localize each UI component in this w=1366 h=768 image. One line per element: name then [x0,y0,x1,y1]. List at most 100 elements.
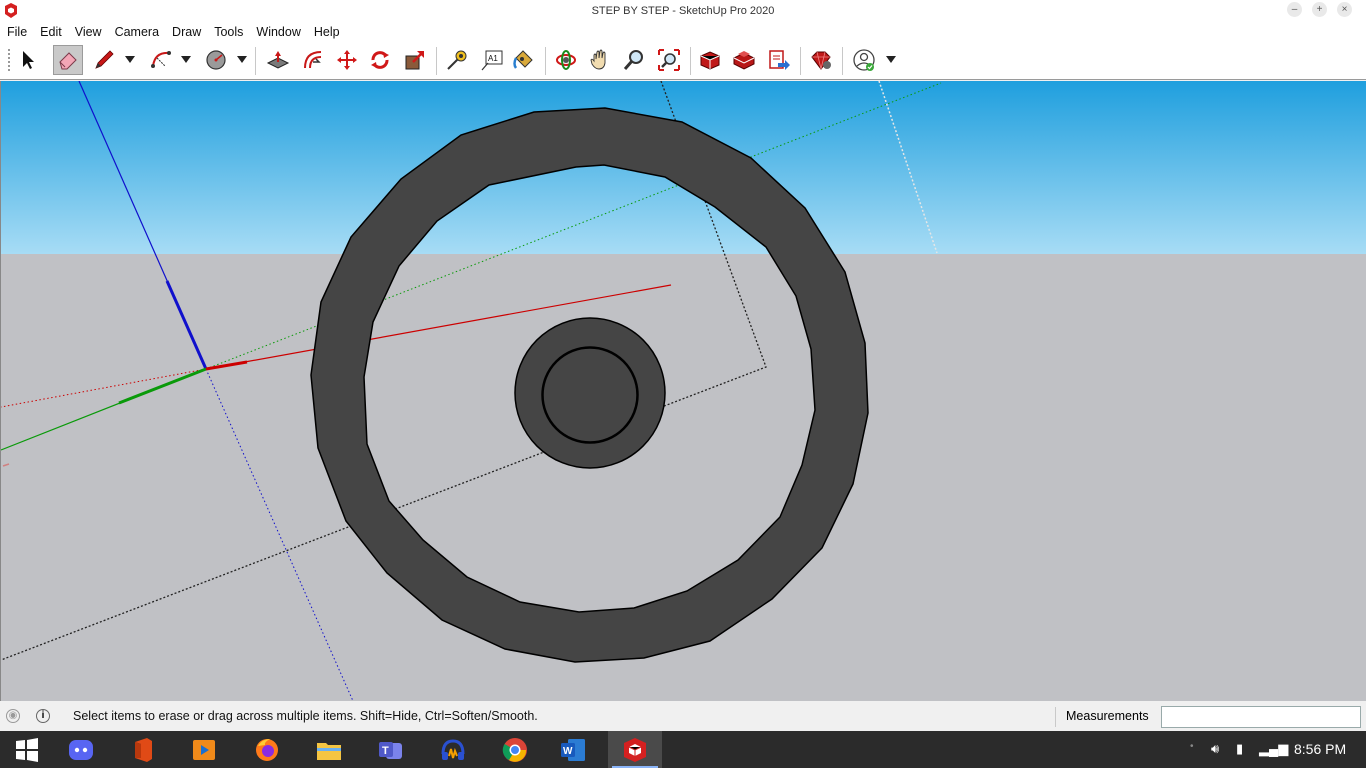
eraser-tool-button[interactable] [53,45,83,75]
shape-tool-icon [206,50,226,70]
minimize-button[interactable]: – [1287,2,1302,17]
taskbar-discord[interactable] [54,731,108,768]
menu-tools[interactable]: Tools [214,25,243,39]
orbit-tool-button[interactable] [551,45,581,75]
offset-tool-button[interactable] [298,45,328,75]
close-button[interactable]: × [1337,2,1352,17]
toolbar-separator [436,47,437,75]
menu-help[interactable]: Help [314,25,340,39]
status-bar: ◉ i Select items to erase or drag across… [0,701,1366,731]
taskbar-firefox[interactable] [240,731,294,768]
text-tool-button[interactable]: A1 [477,45,507,75]
taskbar-file-explorer[interactable] [302,731,356,768]
rotate-tool-button[interactable] [365,45,395,75]
move-tool-icon [337,50,357,70]
menu-edit[interactable]: Edit [40,25,62,39]
main-toolbar: A1 [0,41,1366,80]
taskbar-media-player[interactable] [177,731,231,768]
office-icon [135,737,152,762]
pan-tool-icon [590,49,606,70]
audio-app-icon [441,738,465,760]
zoom-tool-icon [623,50,643,70]
chevron-down-icon[interactable] [181,56,191,64]
paint-bucket-tool-icon [513,50,533,69]
menu-bar: File Edit View Camera Draw Tools Window … [0,22,1366,41]
menu-draw[interactable]: Draw [172,25,201,39]
chevron-down-icon[interactable] [125,56,135,64]
firefox-icon [256,738,278,761]
shape-tool-button[interactable] [201,45,231,75]
svg-text:W: W [563,746,573,757]
instructor-info-icon[interactable]: i [36,709,50,723]
media-player-icon [193,739,215,760]
layout-send-button[interactable] [764,45,794,75]
layout-send-icon [769,50,790,70]
taskbar-sketchup[interactable] [608,731,662,768]
volume-icon[interactable]: 🔊︎ [1211,741,1219,757]
power-icon[interactable]: ▮ [1236,741,1243,757]
chevron-down-icon[interactable] [237,56,247,64]
select-tool-button[interactable] [12,45,42,75]
menu-view[interactable]: View [75,25,102,39]
rotate-tool-icon [371,51,389,69]
sketchup-app-icon [5,3,17,18]
paint-bucket-tool-button[interactable] [508,45,538,75]
taskbar-clock[interactable]: 8:56 PM [1294,741,1346,757]
menu-file[interactable]: File [7,25,27,39]
zoom-tool-button[interactable] [619,45,649,75]
select-tool-icon [23,51,34,69]
taskbar-audio-app[interactable] [426,731,480,768]
svg-text:T: T [382,745,389,757]
drawing-viewport[interactable] [0,81,1366,701]
scale-tool-icon [405,51,424,70]
taskbar-word[interactable]: W [546,731,600,768]
menu-window[interactable]: Window [256,25,300,39]
maximize-button[interactable]: + [1312,2,1327,17]
offset-tool-icon [304,51,322,69]
hub-center-face[interactable] [542,347,638,443]
file-explorer-icon [317,742,341,760]
scale-tool-button[interactable] [400,45,430,75]
3d-warehouse-button[interactable] [695,45,725,75]
word-icon: W [561,738,585,761]
extension-warehouse-button[interactable] [729,45,759,75]
zoom-extents-tool-button[interactable] [654,45,684,75]
toolbar-separator [690,47,691,75]
zoom-extents-tool-icon [658,49,680,71]
taskbar-office[interactable] [116,731,170,768]
push-pull-tool-button[interactable] [263,45,293,75]
status-hint: Select items to erase or drag across mul… [73,709,538,723]
measurements-input[interactable] [1161,706,1361,728]
toolbar-separator [255,47,256,75]
start-button[interactable] [0,731,54,768]
taskbar-teams[interactable]: T [364,731,418,768]
menu-camera[interactable]: Camera [115,25,159,39]
geo-location-icon[interactable]: ◉ [6,709,20,723]
window-title: STEP BY STEP - SketchUp Pro 2020 [591,5,775,17]
teams-icon: T [379,741,402,759]
tape-measure-tool-icon [447,50,467,70]
model-canvas[interactable] [1,81,1366,701]
line-tool-icon [95,50,114,69]
account-button[interactable] [849,45,879,75]
arc-tool-button[interactable] [146,45,176,75]
status-divider [1055,707,1056,727]
chrome-icon [502,737,527,762]
eraser-tool-icon [59,52,77,70]
extension-manager-button[interactable] [806,45,836,75]
line-tool-button[interactable] [89,45,119,75]
network-icon[interactable]: ▂▄▆ [1259,741,1288,757]
sketchup-icon [624,737,646,762]
pan-tool-button[interactable] [585,45,615,75]
windows-start-icon [16,737,38,762]
tray-overflow-icon[interactable]: • [1190,741,1194,752]
extension-warehouse-icon [733,51,755,70]
discord-icon [69,739,93,760]
windows-taskbar: T W • 🔊︎ ▮ ▂▄▆ 8:56 PM [0,731,1366,768]
move-tool-button[interactable] [332,45,362,75]
arc-tool-icon [151,51,171,68]
tape-measure-tool-button[interactable] [442,45,472,75]
taskbar-chrome[interactable] [488,731,542,768]
toolbar-grip[interactable] [8,49,10,73]
chevron-down-icon[interactable] [886,56,896,64]
